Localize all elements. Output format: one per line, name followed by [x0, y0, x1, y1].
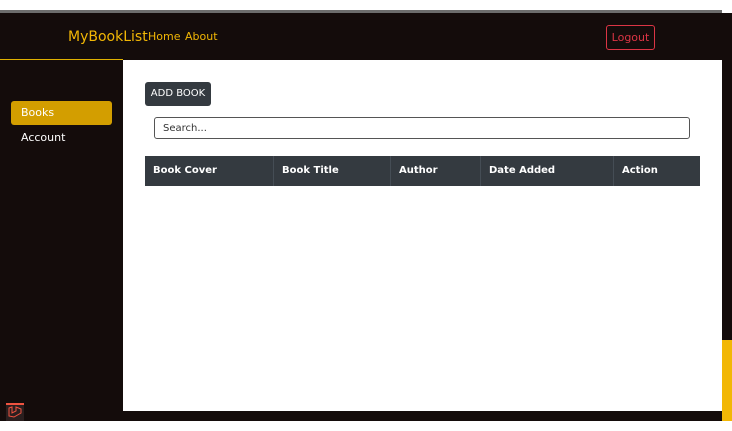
app-frame: MyBookList Home About Logout Books Accou…: [0, 0, 732, 431]
search-input[interactable]: [154, 117, 690, 139]
add-book-button[interactable]: ADD BOOK: [145, 82, 211, 106]
footer-bar: [0, 411, 722, 421]
books-table-header: Book Cover Book Title Author Date Added …: [145, 156, 700, 186]
brand-logo[interactable]: MyBookList: [68, 29, 148, 45]
column-header-book-cover: Book Cover: [145, 156, 274, 186]
column-header-action: Action: [622, 165, 658, 176]
navbar: MyBookList Home About Logout: [0, 13, 722, 60]
nav-link-about[interactable]: About: [185, 30, 218, 43]
main-content: ADD BOOK Book Cover Book Title Author Da…: [123, 60, 722, 411]
sidebar-item-account[interactable]: Account: [11, 126, 112, 150]
logout-button[interactable]: Logout: [606, 25, 655, 50]
sidebar: Books Account: [0, 60, 123, 411]
scrollbar-thumb[interactable]: [722, 340, 732, 421]
column-header-date-added: Date Added: [481, 156, 614, 186]
column-header-author: Author: [391, 156, 481, 186]
nav-link-home[interactable]: Home: [148, 30, 180, 43]
sidebar-item-books[interactable]: Books: [11, 101, 112, 125]
laravel-icon: [6, 403, 24, 421]
column-header-book-title: Book Title: [274, 156, 391, 186]
